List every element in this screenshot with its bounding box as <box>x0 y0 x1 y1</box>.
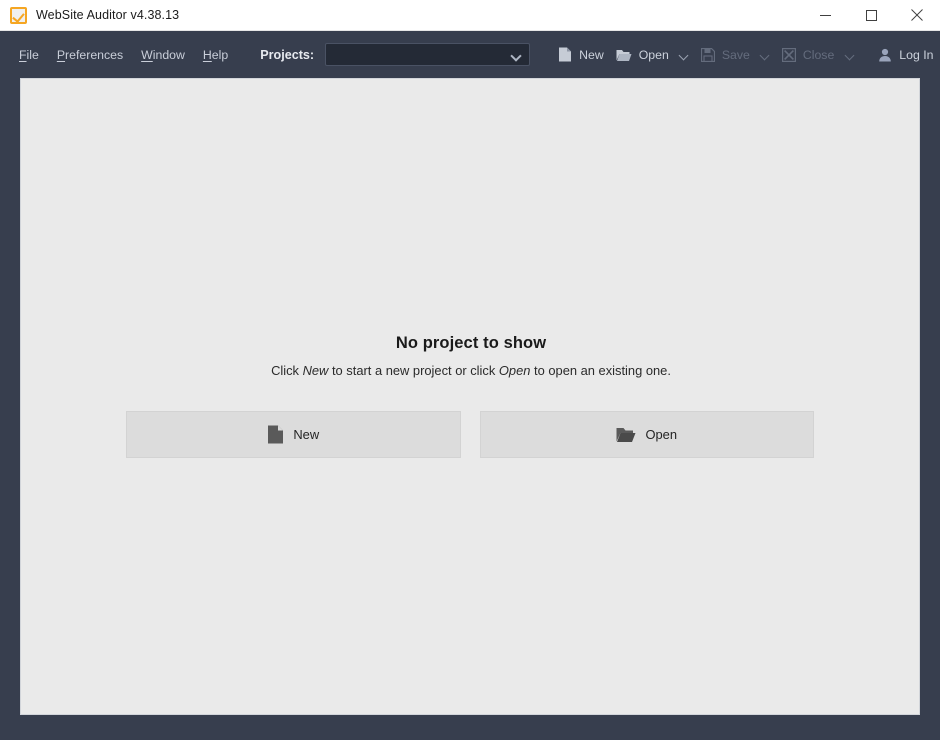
toolbar-save-dropdown-caret[interactable] <box>756 42 776 68</box>
toolbar-open-label: Open <box>638 47 669 62</box>
menu-item-preferences[interactable]: Preferences <box>57 48 123 62</box>
toolbar: New Open Save Close Log In <box>552 41 939 69</box>
menu-label-file: ile <box>26 47 39 62</box>
hint-emphasis-new: New <box>302 363 329 378</box>
toolbar-login-label: Log In <box>899 47 934 62</box>
hint-emphasis-open: Open <box>498 363 531 378</box>
content-panel: No project to show Click New to start a … <box>20 78 920 715</box>
menu-mnemonic-preferences: P <box>56 47 66 62</box>
toolbar-open-dropdown-caret[interactable] <box>675 42 695 68</box>
floppy-save-icon <box>700 47 715 62</box>
close-button[interactable] <box>894 0 940 31</box>
folder-open-icon <box>616 428 636 442</box>
menu-mnemonic-help: H <box>202 47 212 62</box>
menu-label-preferences: references <box>65 47 124 62</box>
chevron-down-icon <box>846 52 855 58</box>
maximize-button[interactable] <box>848 0 894 31</box>
menu-mnemonic-window: W <box>141 47 153 62</box>
chevron-down-icon <box>680 52 689 58</box>
projects-label: Projects: <box>260 47 315 62</box>
user-icon <box>879 48 892 61</box>
new-project-button[interactable]: New <box>126 411 461 458</box>
menu-item-window[interactable]: Window <box>141 48 185 62</box>
new-project-button-label: New <box>293 427 320 442</box>
menu-label-window: indow <box>152 47 185 62</box>
toolbar-close-label: Close <box>802 47 835 62</box>
toolbar-close-button[interactable]: Close <box>776 41 840 69</box>
toolbar-login-button[interactable]: Log In <box>872 41 939 69</box>
menu-item-file[interactable]: File <box>19 48 39 62</box>
checkbox-orange-icon <box>10 6 27 24</box>
toolbar-new-label: New <box>579 47 604 62</box>
menu-label-help: elp <box>211 47 229 62</box>
empty-state-actions: New Open <box>126 411 814 458</box>
window-title: WebSite Auditor v4.38.13 <box>36 8 180 22</box>
title-bar: WebSite Auditor v4.38.13 <box>0 0 940 31</box>
open-project-button-label: Open <box>645 427 678 442</box>
menu-mnemonic-file: F <box>19 47 27 62</box>
hint-text-2: to start a new project or click <box>328 363 499 378</box>
empty-state: No project to show Click New to start a … <box>21 334 921 378</box>
close-box-icon <box>781 47 796 62</box>
chevron-down-icon <box>512 52 521 58</box>
toolbar-save-label: Save <box>721 47 750 62</box>
hint-text-1: Click <box>271 363 303 378</box>
hint-text-3: to open an existing one. <box>530 363 671 378</box>
window-controls <box>802 0 940 31</box>
minimize-button[interactable] <box>802 0 848 31</box>
toolbar-open-button[interactable]: Open <box>610 41 675 69</box>
document-icon <box>559 47 572 62</box>
toolbar-save-button[interactable]: Save <box>695 41 756 69</box>
projects-dropdown[interactable] <box>325 43 531 66</box>
page-title: No project to show <box>395 334 547 352</box>
toolbar-new-button[interactable]: New <box>552 41 610 69</box>
document-icon <box>268 425 284 444</box>
toolbar-close-dropdown-caret[interactable] <box>840 42 860 68</box>
open-project-button[interactable]: Open <box>479 411 814 458</box>
menu-item-help[interactable]: Help <box>203 48 228 62</box>
menu-toolbar: File Preferences Window Help Projects: N… <box>0 31 940 78</box>
application-window: WebSite Auditor v4.38.13 File Preference… <box>0 0 940 740</box>
empty-state-hint: Click New to start a new project or clic… <box>21 363 921 378</box>
chevron-down-icon <box>761 52 770 58</box>
folder-open-icon <box>616 49 632 61</box>
